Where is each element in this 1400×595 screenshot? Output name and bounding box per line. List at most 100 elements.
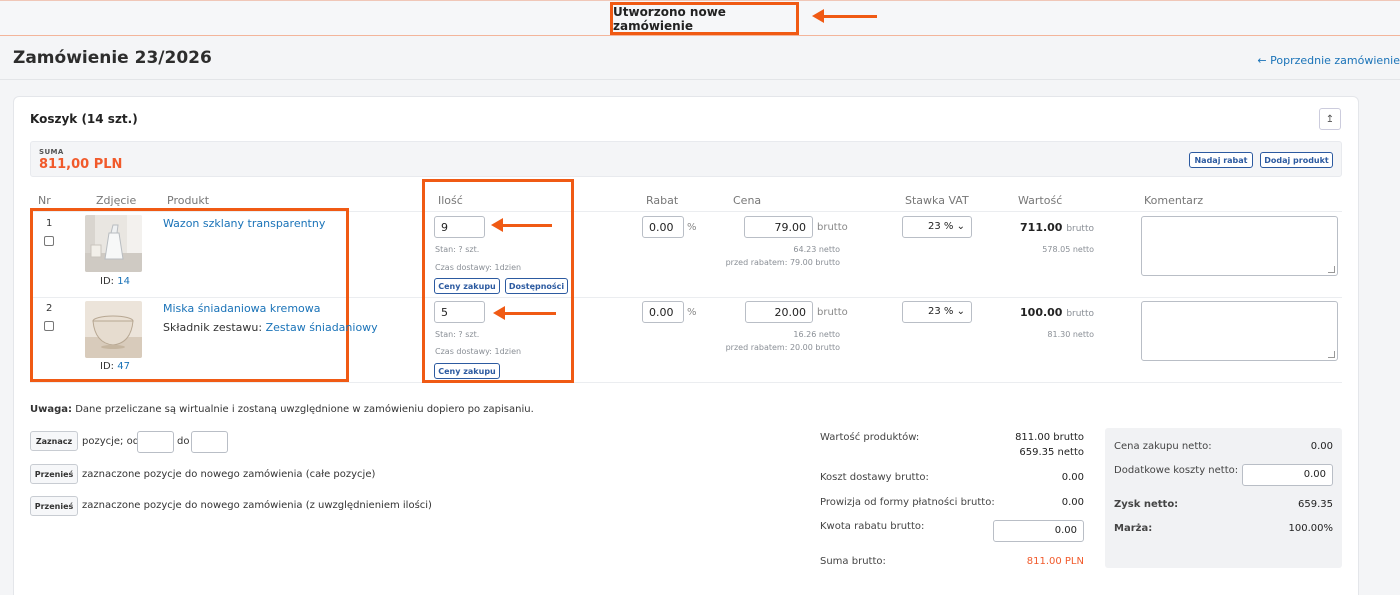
- header-nr: Nr: [38, 194, 51, 207]
- comment-textarea[interactable]: [1141, 301, 1338, 361]
- commission-value: 0.00: [1061, 497, 1084, 508]
- warning-note: Uwaga: Dane przeliczane są wirtualnie i …: [30, 404, 534, 415]
- header-vat: Stawka VAT: [905, 194, 969, 207]
- header-discount: Rabat: [646, 194, 679, 207]
- vat-value: 23 %: [928, 306, 954, 317]
- annotation-arrow: [493, 306, 556, 320]
- row-checkbox[interactable]: [44, 321, 54, 331]
- discount-input[interactable]: 0.00: [642, 216, 684, 238]
- stock-info: Stan: ? szt.: [435, 330, 480, 339]
- purchase-price-value: 0.00: [1310, 441, 1333, 452]
- product-id-value[interactable]: 47: [117, 361, 130, 372]
- note-text: Dane przeliczane są wirtualnie i zostaną…: [72, 404, 534, 415]
- price-net: 16.26 netto: [793, 330, 840, 339]
- row-value: 100.00 brutto: [1020, 306, 1094, 319]
- from-input[interactable]: [137, 431, 174, 453]
- notification-message: Utworzono nowe zamówienie: [610, 2, 799, 35]
- products-net: 659.35 netto: [1019, 447, 1084, 458]
- stock-info: Stan: ? szt.: [435, 245, 480, 254]
- cart-title: Koszyk (14 szt.): [30, 112, 138, 126]
- purchase-prices-button[interactable]: Ceny zakupu: [434, 363, 500, 379]
- extra-costs-input[interactable]: 0.00: [1242, 464, 1333, 486]
- vat-select[interactable]: 23 % ⌄: [902, 301, 972, 323]
- move-whole-button[interactable]: Przenieś: [30, 464, 78, 484]
- price-input[interactable]: 20.00: [745, 301, 813, 323]
- note-label: Uwaga:: [30, 404, 73, 415]
- product-link[interactable]: Wazon szklany transparentny: [163, 217, 325, 230]
- row-value-net: 578.05 netto: [1042, 245, 1094, 254]
- header-price: Cena: [733, 194, 762, 207]
- price-input[interactable]: 79.00: [744, 216, 813, 238]
- purchase-prices-button[interactable]: Ceny zakupu: [434, 278, 500, 294]
- price-before-discount: przed rabatem: 20.00 brutto: [725, 343, 840, 352]
- comment-textarea[interactable]: [1141, 216, 1338, 276]
- header-comment: Komentarz: [1144, 194, 1204, 207]
- discount-button[interactable]: Nadaj rabat: [1189, 152, 1253, 168]
- mark-button[interactable]: Zaznacz: [30, 431, 78, 451]
- header-value: Wartość: [1018, 194, 1063, 207]
- products-gross: 811.00 brutto: [1015, 432, 1084, 443]
- extra-costs-label: Dodatkowe koszty netto:: [1114, 465, 1239, 476]
- annotation-arrow: [812, 9, 877, 23]
- row-value-unit: brutto: [1066, 309, 1094, 319]
- row-value-net: 81.30 netto: [1047, 330, 1094, 339]
- row-checkbox[interactable]: [44, 236, 54, 246]
- quantity-input[interactable]: 5: [434, 301, 485, 323]
- product-id-label: ID:: [100, 276, 115, 287]
- margin-label: Marża:: [1114, 523, 1153, 534]
- annotation-arrow: [491, 218, 552, 232]
- price-unit: brutto: [817, 307, 848, 318]
- row-number: 2: [46, 303, 53, 314]
- divider: [0, 79, 1400, 80]
- purchase-price-label: Cena zakupu netto:: [1114, 441, 1212, 452]
- percent-label: %: [687, 222, 697, 233]
- page-title: Zamówienie 23/2026: [13, 48, 212, 68]
- profit-label: Zysk netto:: [1114, 499, 1179, 510]
- to-input[interactable]: [191, 431, 228, 453]
- product-id-value[interactable]: 14: [117, 276, 130, 287]
- quantity-input[interactable]: 9: [434, 216, 485, 238]
- row-value-unit: brutto: [1066, 224, 1094, 234]
- products-value-label: Wartość produktów:: [820, 432, 920, 443]
- set-component-label: Składnik zestawu:: [163, 321, 263, 334]
- profit-value: 659.35: [1298, 499, 1333, 510]
- total-label: Suma brutto:: [820, 556, 886, 567]
- set-link[interactable]: Zestaw śniadaniowy: [266, 321, 378, 334]
- discount-input[interactable]: 0.00: [642, 301, 684, 323]
- header-product: Produkt: [167, 194, 210, 207]
- positions-from-label: pozycje; od: [82, 436, 140, 447]
- commission-label: Prowizja od formy płatności brutto:: [820, 497, 995, 508]
- highlight-products: [30, 208, 349, 382]
- percent-label: %: [687, 307, 697, 318]
- shipping-label: Koszt dostawy brutto:: [820, 472, 929, 483]
- collapse-icon: ↥: [1325, 113, 1335, 125]
- vase-photo: [85, 215, 142, 272]
- price-net: 64.23 netto: [793, 245, 840, 254]
- delivery-info: Czas dostawy: 1dzien: [435, 347, 522, 356]
- move-qty-label: zaznaczone pozycje do nowego zamówienia …: [82, 500, 432, 511]
- chevron-down-icon: ⌄: [956, 306, 965, 317]
- add-product-button[interactable]: Dodaj produkt: [1260, 152, 1333, 168]
- row-number: 1: [46, 218, 53, 229]
- product-id-label: ID:: [100, 361, 115, 372]
- header-photo: Zdjęcie: [96, 194, 137, 207]
- discount-amount-input[interactable]: 0.00: [993, 520, 1084, 542]
- vat-select[interactable]: 23 % ⌄: [902, 216, 972, 238]
- product-id: ID: 47: [100, 361, 130, 372]
- previous-order-link[interactable]: ← Poprzednie zamówienie: [1257, 54, 1400, 67]
- price-before-discount: przed rabatem: 79.00 brutto: [725, 258, 840, 267]
- cart-summary-box: [30, 141, 1342, 177]
- sum-label: SUMA: [39, 148, 64, 156]
- product-link[interactable]: Miska śniadaniowa kremowa: [163, 302, 321, 315]
- availability-button[interactable]: Dostępności: [505, 278, 568, 294]
- chevron-down-icon: ⌄: [956, 221, 965, 232]
- collapse-button[interactable]: ↥: [1319, 108, 1341, 130]
- vat-value: 23 %: [928, 221, 954, 232]
- discount-amount-label: Kwota rabatu brutto:: [820, 521, 925, 532]
- sum-value: 811,00 PLN: [39, 157, 123, 172]
- row-value-gross: 711.00: [1020, 221, 1063, 234]
- row-divider: [30, 382, 1342, 383]
- bowl-photo: [85, 301, 142, 358]
- move-qty-button[interactable]: Przenieś: [30, 496, 78, 516]
- product-id: ID: 14: [100, 276, 130, 287]
